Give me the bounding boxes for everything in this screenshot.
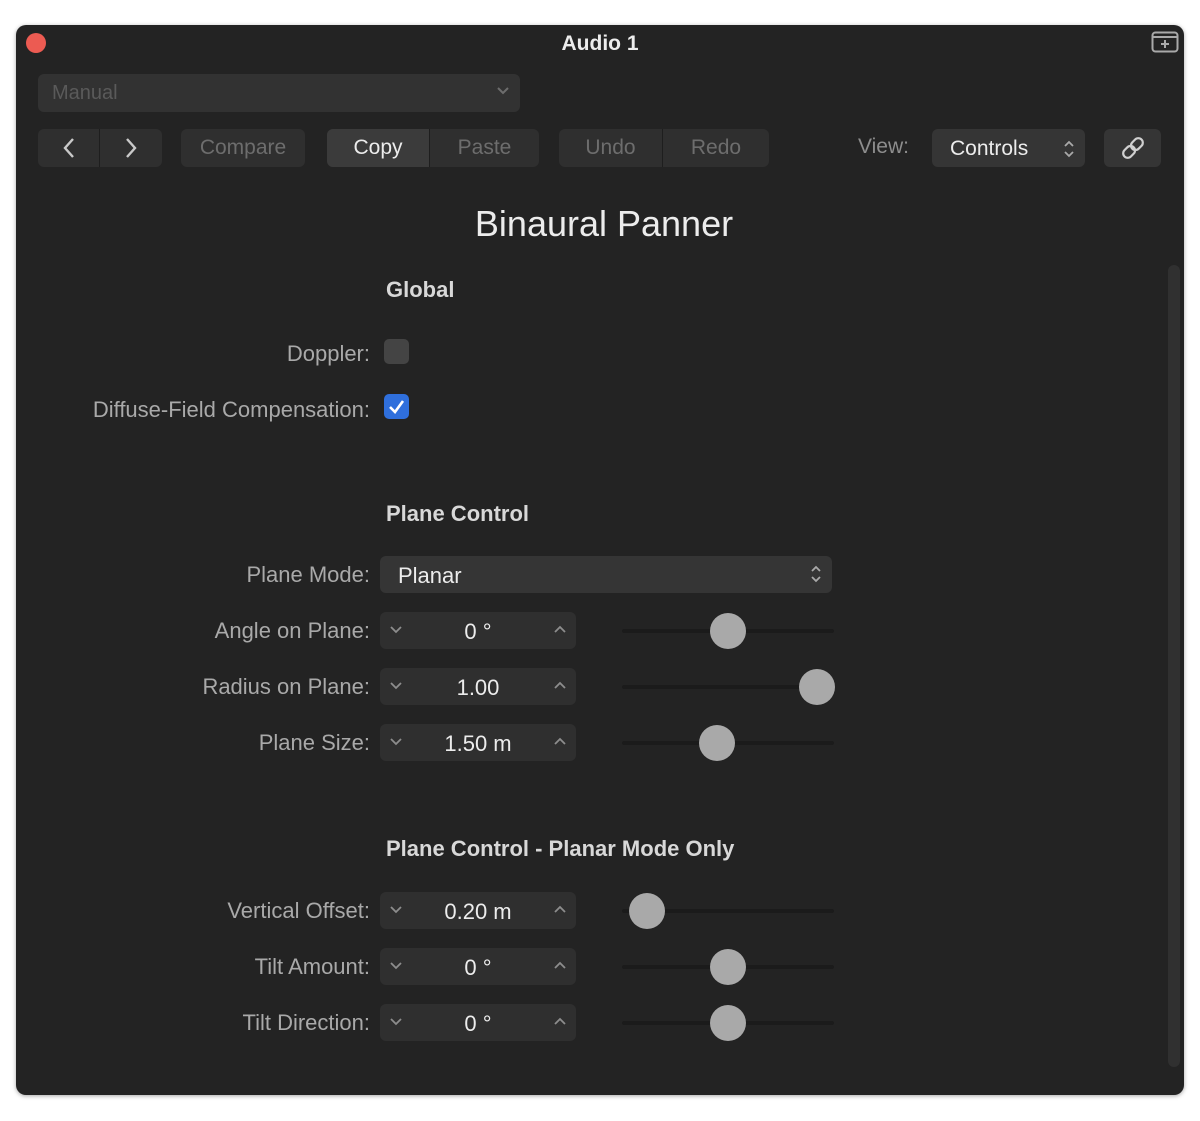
plane-size-label: Plane Size: [258, 730, 370, 755]
plugin-title: Binaural Panner [474, 203, 734, 244]
angle-on-plane-stepper[interactable]: 0 ° [380, 612, 576, 649]
chevron-down-icon[interactable] [389, 960, 403, 971]
slider-knob[interactable] [799, 669, 836, 705]
preset-value: Manual [52, 82, 118, 104]
plane-size-slider[interactable] [622, 723, 834, 763]
redo-button[interactable]: Redo [663, 129, 769, 167]
chevron-down-icon[interactable] [389, 680, 403, 691]
section-heading-plane-control: Plane Control [386, 501, 530, 526]
tilt-amount-value[interactable]: 0 ° [416, 955, 540, 981]
plane-mode-label: Plane Mode: [246, 562, 370, 587]
slider-knob[interactable] [710, 1005, 746, 1041]
view-value: Controls [950, 137, 1029, 160]
chevron-down-icon[interactable] [389, 904, 403, 915]
doppler-checkbox[interactable] [384, 339, 409, 364]
chevron-up-icon[interactable] [553, 1016, 567, 1027]
paste-button[interactable]: Paste [430, 129, 539, 167]
section-heading-global: Global [386, 277, 455, 302]
slider-knob[interactable] [629, 893, 666, 929]
scrollbar[interactable] [1168, 265, 1180, 1067]
vertical-offset-stepper[interactable]: 0.20 m [380, 892, 576, 929]
view-label: View: [858, 135, 909, 158]
next-preset-button[interactable] [100, 129, 162, 167]
tilt-direction-label: Tilt Direction: [242, 1010, 370, 1035]
copy-button[interactable]: Copy [327, 129, 429, 167]
tilt-amount-label: Tilt Amount: [254, 954, 370, 979]
compare-group: Compare [181, 129, 305, 167]
compare-button[interactable]: Compare [181, 129, 305, 167]
chevron-right-icon [126, 138, 137, 158]
angle-on-plane-value[interactable]: 0 ° [416, 619, 540, 645]
chevron-up-icon[interactable] [553, 736, 567, 747]
chevron-left-icon [62, 138, 74, 158]
plane-size-stepper[interactable]: 1.50 m [380, 724, 576, 761]
undo-redo-group: Undo Redo [559, 129, 769, 167]
chevron-down-icon[interactable] [389, 624, 403, 635]
slider-knob[interactable] [710, 613, 746, 649]
tilt-direction-slider[interactable] [622, 1003, 834, 1043]
doppler-label: Doppler: [286, 341, 370, 366]
angle-on-plane-label: Angle on Plane: [214, 618, 370, 643]
preset-navigation [38, 129, 162, 167]
plugin-window: Audio 1 Manual Compare Copy Paste Undo R… [16, 25, 1184, 1095]
previous-preset-button[interactable] [38, 129, 99, 167]
tilt-direction-value[interactable]: 0 ° [416, 1011, 540, 1037]
slider-knob[interactable] [710, 949, 746, 985]
slider-knob[interactable] [699, 725, 736, 761]
radius-on-plane-slider[interactable] [622, 667, 836, 707]
tilt-amount-slider[interactable] [622, 947, 834, 987]
checkmark-icon [389, 400, 405, 414]
chevron-up-icon[interactable] [553, 960, 567, 971]
vertical-offset-label: Vertical Offset: [227, 898, 370, 923]
vertical-offset-value[interactable]: 0.20 m [416, 899, 540, 925]
radius-on-plane-stepper[interactable]: 1.00 [380, 668, 576, 705]
plane-size-value[interactable]: 1.50 m [416, 731, 540, 757]
tilt-amount-stepper[interactable]: 0 ° [380, 948, 576, 985]
radius-on-plane-label: Radius on Plane: [202, 674, 370, 699]
preset-menu[interactable]: Manual [38, 74, 520, 112]
window-title: Audio 1 [561, 32, 639, 55]
chevron-up-icon[interactable] [553, 624, 567, 635]
undo-button[interactable]: Undo [559, 129, 662, 167]
chevron-up-icon[interactable] [553, 680, 567, 691]
diffuse-field-checkbox[interactable] [384, 394, 409, 419]
tilt-direction-stepper[interactable]: 0 ° [380, 1004, 576, 1041]
plane-mode-value: Planar [398, 563, 462, 588]
vertical-offset-slider[interactable] [622, 891, 834, 931]
updown-chevron-icon [1064, 140, 1074, 158]
link-button[interactable] [1104, 129, 1161, 167]
window-pin-icon[interactable] [1151, 31, 1179, 53]
updown-chevron-icon [811, 565, 821, 583]
chevron-down-icon [497, 87, 509, 95]
chevron-up-icon[interactable] [553, 904, 567, 915]
diffuse-field-label: Diffuse-Field Compensation: [92, 397, 370, 422]
section-heading-planar-mode-only: Plane Control - Planar Mode Only [386, 836, 735, 861]
plane-mode-select[interactable]: Planar [380, 556, 832, 593]
radius-on-plane-value[interactable]: 1.00 [416, 675, 540, 701]
chevron-down-icon[interactable] [389, 1016, 403, 1027]
chevron-down-icon[interactable] [389, 736, 403, 747]
angle-on-plane-slider[interactable] [622, 611, 834, 651]
link-icon [1122, 137, 1144, 159]
view-select[interactable]: Controls [932, 129, 1085, 167]
copy-paste-group: Copy Paste [327, 129, 539, 167]
